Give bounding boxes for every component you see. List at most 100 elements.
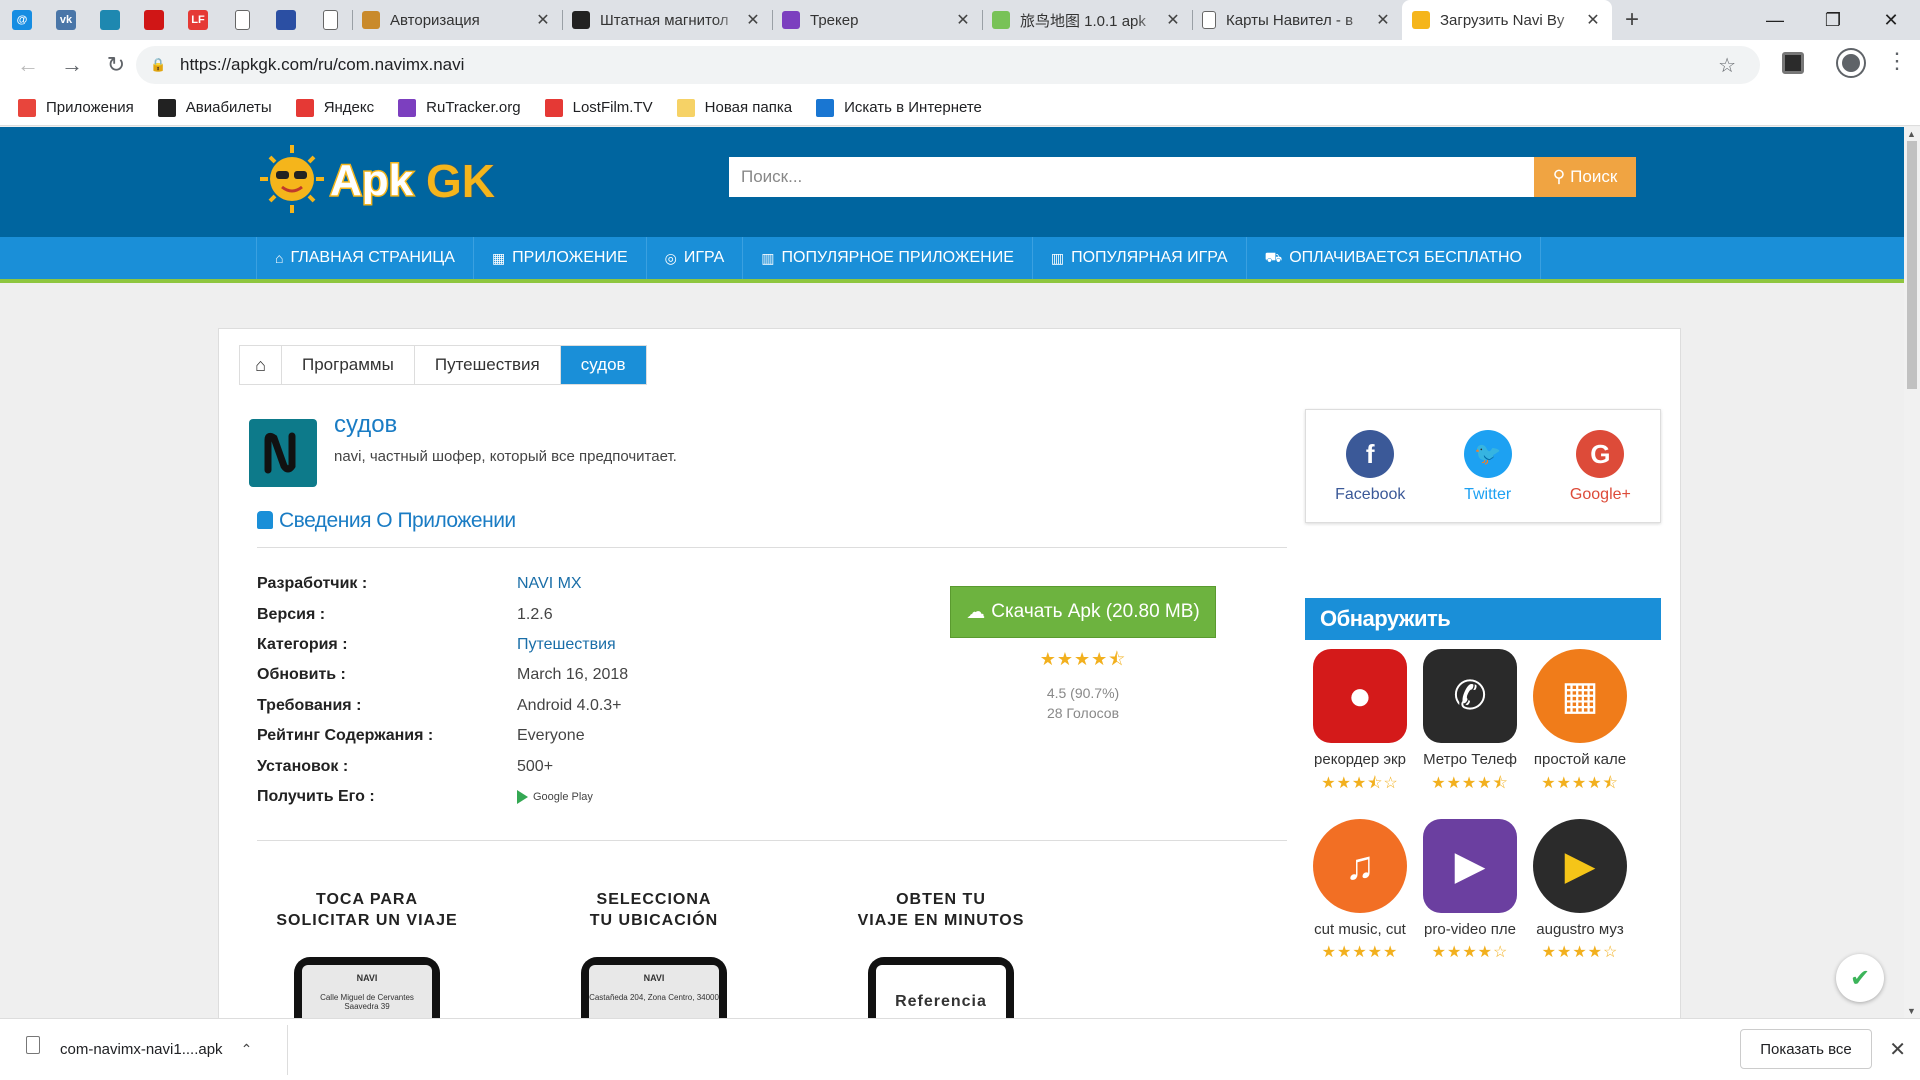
download-item[interactable]: com-navimx-navi1....apk ⌃	[0, 1024, 288, 1075]
chevron-up-icon[interactable]: ⌃	[241, 1041, 253, 1058]
yandex-icon	[295, 98, 314, 117]
nav-item[interactable]: ▦ ПРИЛОЖЕНИЕ	[472, 237, 646, 279]
bookmark-item[interactable]: Приложения	[18, 98, 134, 117]
screenshot[interactable]: OBTEN TU VIAJE EN MINUTOS Referencia	[831, 889, 1051, 1018]
sun-icon	[1412, 11, 1430, 29]
discover-heading: Обнаружить	[1305, 598, 1661, 640]
lostfilm-icon: LF	[188, 10, 208, 30]
bookmark-item[interactable]: Яндекс	[295, 98, 375, 117]
browser-tab[interactable]: Загрузить Navi By ✕	[1402, 0, 1612, 40]
pinned-tab[interactable]	[88, 0, 132, 40]
discover-app[interactable]: ▶ pro-video пле ★★★★☆	[1415, 819, 1525, 962]
share-twitter[interactable]: 🐦 Twitter	[1463, 430, 1512, 522]
browser-tab[interactable]: Трекер ✕	[772, 0, 982, 40]
nav-item[interactable]: ⌂ ГЛАВНАЯ СТРАНИЦА	[256, 237, 473, 279]
scroll-down-icon[interactable]: ▼	[1907, 1006, 1916, 1016]
nav-item[interactable]: ▥ ПОПУЛЯРНОЕ ПРИЛОЖЕНИЕ	[742, 237, 1032, 279]
profile-avatar-icon[interactable]	[1838, 50, 1864, 76]
discover-app-rating: ★★★★⯪	[1431, 775, 1509, 792]
discover-app[interactable]: ● рекордер экр ★★★⯪☆	[1305, 649, 1415, 799]
kebab-menu-icon[interactable]: ⋮	[1886, 48, 1908, 74]
screenshot[interactable]: TOCA PARA SOLICITAR UN VIAJE NAVI Calle Mig…	[257, 889, 477, 1018]
address-bar[interactable]: 🔒 https://apkgk.com/ru/com.navimx.navi ☆	[136, 46, 1760, 84]
nav-item[interactable]: ◎ ИГРА	[645, 237, 743, 279]
bookmark-item[interactable]: Новая папка	[676, 98, 792, 117]
tab-close-icon[interactable]: ✕	[1374, 10, 1392, 30]
plane-icon	[157, 98, 176, 117]
screenshot[interactable]: SELECCIONA TU UBICACIÓN NAVI Castañeda 204,…	[544, 889, 764, 1018]
extension-icon[interactable]	[1782, 52, 1804, 74]
discover-app-rating: ★★★★★	[1321, 944, 1399, 961]
tab-close-icon[interactable]: ✕	[744, 10, 762, 30]
security-shield-icon[interactable]: ✔	[1836, 954, 1884, 1002]
browser-tab[interactable]: Карты Навител - в ✕	[1192, 0, 1402, 40]
browser-tab[interactable]: Авторизация ✕	[352, 0, 562, 40]
restore-button[interactable]: ❐	[1804, 0, 1862, 40]
detail-value[interactable]: Путешествия	[517, 636, 616, 654]
red-square-icon	[144, 10, 164, 30]
breadcrumb-programs[interactable]: Программы	[282, 346, 415, 384]
close-window-button[interactable]: ✕	[1862, 0, 1920, 40]
app-details-table: Разработчик : NAVI MX Версия : 1.2.6 Категор…	[257, 569, 628, 812]
nav-item[interactable]: ▥ ПОПУЛЯРНАЯ ИГРА	[1031, 237, 1246, 279]
nav-item[interactable]: ⛟ ОПЛАЧИВАЕТСЯ БЕСПЛАТНО	[1245, 237, 1541, 279]
discover-app-rating: ★★★⯪☆	[1321, 775, 1399, 792]
show-all-downloads-button[interactable]: Показать все	[1740, 1029, 1872, 1069]
share-facebook[interactable]: f Facebook	[1335, 430, 1405, 522]
search-button[interactable]: ⚲ Поиск	[1534, 157, 1636, 197]
discover-app[interactable]: ♫ cut music, cut ★★★★★	[1305, 819, 1415, 962]
pinned-tab[interactable]	[132, 0, 176, 40]
tab-close-icon[interactable]: ✕	[954, 10, 972, 30]
pinned-tab[interactable]	[220, 0, 264, 40]
search-placeholder: Поиск...	[741, 167, 803, 186]
minimize-button[interactable]: —	[1746, 0, 1804, 40]
breadcrumb-travel[interactable]: Путешествия	[415, 346, 561, 384]
tab-close-icon[interactable]: ✕	[1164, 10, 1182, 30]
browser-tab[interactable]: 旅鸟地图 1.0.1 apk ✕	[982, 0, 1192, 40]
tab-close-icon[interactable]: ✕	[534, 10, 552, 30]
detail-row: Версия : 1.2.6	[257, 599, 628, 629]
detail-row: Обновить : March 16, 2018	[257, 660, 628, 690]
app-icon	[249, 419, 317, 487]
discover-app[interactable]: ✆ Метро Телеф ★★★★⯪	[1415, 649, 1525, 799]
pinned-tab[interactable]	[308, 0, 352, 40]
share-googleplus[interactable]: G Google+	[1570, 430, 1631, 522]
bookmark-star-icon[interactable]: ☆	[1718, 53, 1736, 78]
vk-icon: vk	[56, 10, 76, 30]
page-scrollbar[interactable]: ▲ ▼	[1904, 127, 1920, 1018]
scroll-up-icon[interactable]: ▲	[1907, 129, 1916, 139]
bookmark-item[interactable]: Авиабилеты	[157, 98, 272, 117]
discover-app-name: augustro муз	[1536, 921, 1624, 938]
bookmark-item[interactable]: RuTracker.org	[398, 98, 521, 117]
detail-value[interactable]: NAVI MX	[517, 575, 582, 593]
forward-button[interactable]: →	[50, 45, 94, 85]
phone-icon: ✆	[1423, 649, 1517, 743]
votes-text: 28 Голосов	[1046, 705, 1120, 721]
bookmark-item[interactable]: Искать в Интернете	[816, 98, 982, 117]
gamepad-icon: ◎	[664, 249, 677, 266]
bookmark-label: Яндекс	[323, 99, 375, 116]
rating-text: 4.5 (90.7%)	[1046, 685, 1120, 701]
pinned-tab[interactable]	[264, 0, 308, 40]
google-play-badge[interactable]: Google Play	[517, 789, 593, 804]
twitter-icon: 🐦	[1463, 430, 1512, 478]
browser-tab[interactable]: Штатная магнитол ✕	[562, 0, 772, 40]
rating-stars[interactable]: ★★★★⯪	[950, 647, 1216, 677]
breadcrumb-home[interactable]: ⌂	[240, 346, 282, 384]
bookmark-item[interactable]: LostFilm.TV	[544, 98, 653, 117]
discover-app[interactable]: ▶ augustro муз ★★★★☆	[1525, 819, 1635, 962]
pinned-tab[interactable]: LF	[176, 0, 220, 40]
pinned-tab[interactable]: @	[0, 0, 44, 40]
pinned-tab[interactable]: vk	[44, 0, 88, 40]
close-icon[interactable]: ✕	[1889, 1037, 1906, 1062]
play-icon: ▶	[1533, 819, 1627, 913]
apkgk-logo[interactable]: Apk GK	[258, 137, 538, 217]
new-tab-button[interactable]: +	[1612, 0, 1652, 40]
scrollbar-thumb[interactable]	[1907, 141, 1917, 389]
tab-close-icon[interactable]: ✕	[1584, 10, 1602, 30]
search-input[interactable]: Поиск...	[729, 157, 1534, 197]
back-button[interactable]: ←	[6, 45, 50, 85]
download-apk-button[interactable]: ☁ Скачать Apk (20.80 MB)	[950, 586, 1216, 638]
discover-app[interactable]: ▦ простой кале ★★★★⯪	[1525, 649, 1635, 799]
reload-button[interactable]: ↻	[94, 45, 138, 85]
